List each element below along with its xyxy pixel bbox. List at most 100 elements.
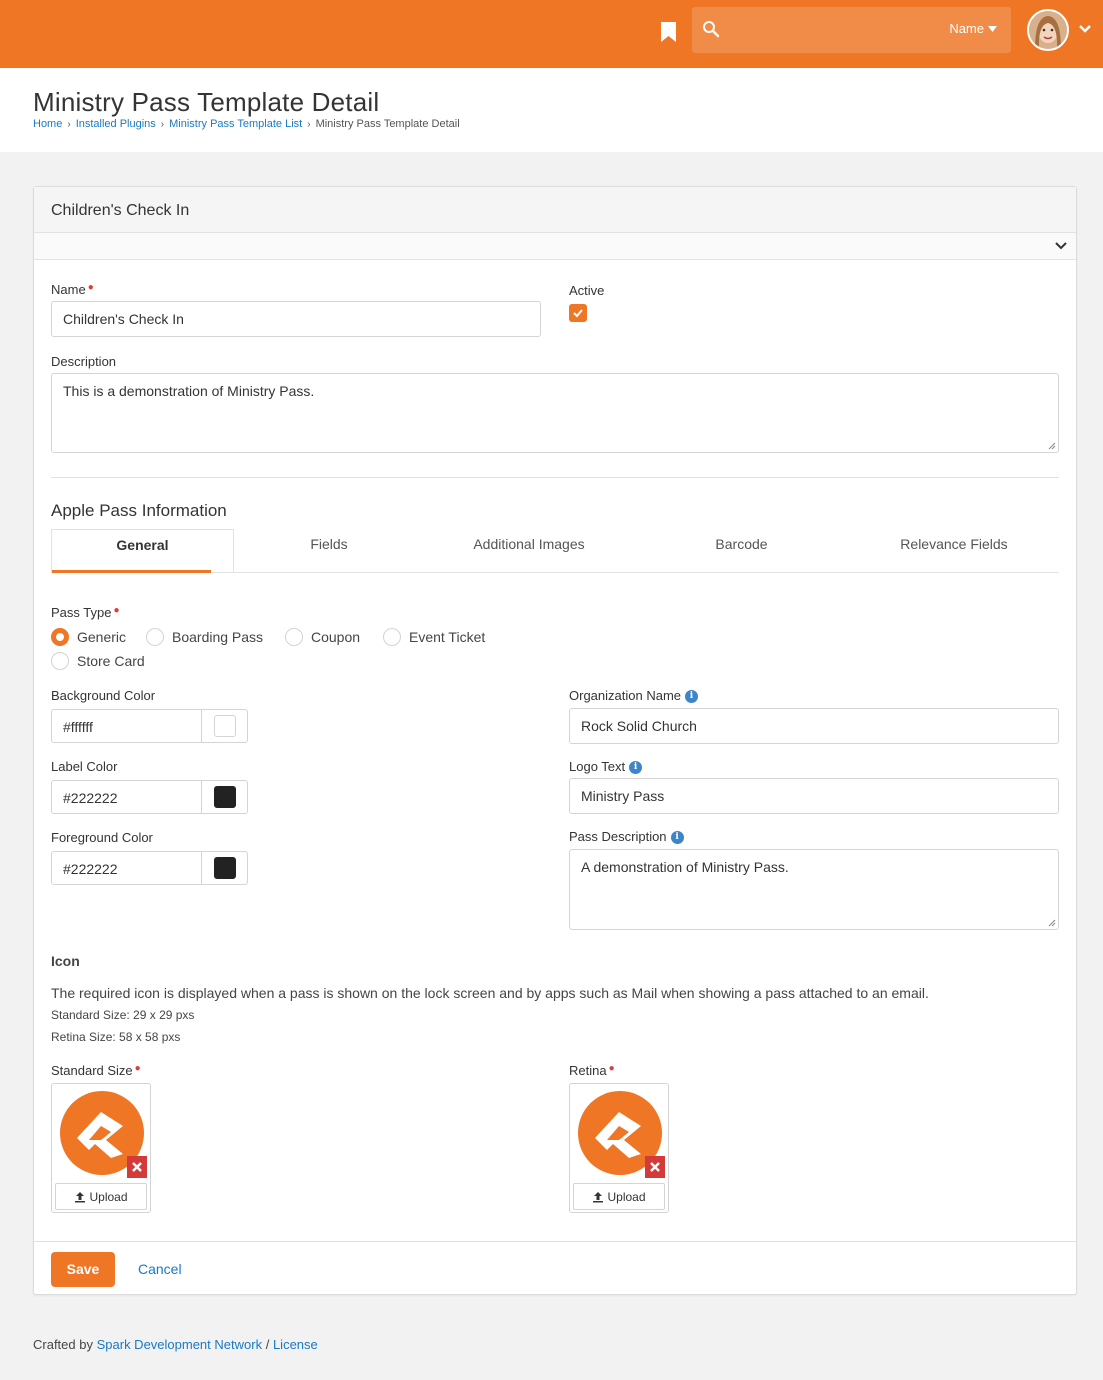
color-swatch-button[interactable] xyxy=(201,852,247,884)
cancel-button[interactable]: Cancel xyxy=(138,1261,182,1277)
apple-pass-tabs: General Fields Additional Images Barcode… xyxy=(51,529,1059,573)
panel-drawer[interactable] xyxy=(34,233,1076,260)
apple-pass-section-title: Apple Pass Information xyxy=(51,501,227,520)
description-label: Description xyxy=(51,354,117,369)
upload-button[interactable]: Upload xyxy=(55,1183,147,1210)
pass-description-field[interactable]: A demonstration of Ministry Pass. xyxy=(569,849,1059,930)
close-icon xyxy=(650,1162,660,1172)
tab-additional-images[interactable]: Additional Images xyxy=(424,529,634,572)
footer-separator: / xyxy=(265,1337,270,1352)
panel-footer: Save Cancel xyxy=(34,1241,1076,1296)
search-filter-dropdown[interactable]: Name xyxy=(949,21,997,36)
upload-icon xyxy=(593,1191,604,1202)
color-swatch-button[interactable] xyxy=(201,781,247,813)
page-title: Ministry Pass Template Detail xyxy=(33,87,380,117)
logo-text-value: Ministry Pass xyxy=(581,788,665,804)
resize-handle-icon[interactable] xyxy=(1048,919,1056,927)
save-button[interactable]: Save xyxy=(51,1252,115,1287)
label-color-label: Label Color xyxy=(51,759,118,774)
info-icon[interactable]: i xyxy=(685,690,698,704)
label-color-value: #222222 xyxy=(63,790,118,806)
top-navbar: Name xyxy=(0,0,1103,68)
description-field-value: This is a demonstration of Ministry Pass… xyxy=(63,383,315,399)
organization-name-field[interactable]: Rock Solid Church xyxy=(569,708,1059,744)
breadcrumb: Home › Installed Plugins › Ministry Pass… xyxy=(33,118,460,130)
checkmark-icon xyxy=(573,309,583,318)
radio-selected-icon xyxy=(51,628,69,646)
upload-icon xyxy=(75,1191,86,1202)
info-icon[interactable]: i xyxy=(629,761,643,775)
name-field-value: Children's Check In xyxy=(63,311,184,327)
background-color-value: #ffffff xyxy=(63,719,93,735)
color-swatch xyxy=(214,786,236,808)
pass-type-radio-boarding-pass[interactable]: Boarding Pass xyxy=(146,628,263,646)
page-footer: Crafted by Spark Development Network / L… xyxy=(33,1337,318,1352)
breadcrumb-template-list[interactable]: Ministry Pass Template List xyxy=(169,118,302,130)
breadcrumb-installed-plugins[interactable]: Installed Plugins xyxy=(76,118,156,130)
pass-description-label: Pass Description i xyxy=(569,829,684,845)
radio-icon xyxy=(146,628,164,646)
remove-image-button[interactable] xyxy=(127,1156,147,1178)
label-color-picker[interactable]: #222222 xyxy=(51,780,248,814)
pass-type-radio-coupon[interactable]: Coupon xyxy=(285,628,360,646)
name-label: Name ● xyxy=(51,282,94,297)
pass-type-radio-store-card[interactable]: Store Card xyxy=(51,652,145,670)
organization-name-value: Rock Solid Church xyxy=(581,718,697,734)
breadcrumb-current: Ministry Pass Template Detail xyxy=(315,118,460,130)
breadcrumb-separator-icon: › xyxy=(160,118,165,130)
remove-image-button[interactable] xyxy=(645,1156,665,1178)
tab-barcode[interactable]: Barcode xyxy=(634,529,849,572)
panel-title: Children's Check In xyxy=(51,202,190,219)
background-color-picker[interactable]: #ffffff xyxy=(51,709,248,743)
required-indicator-icon: ● xyxy=(608,1063,615,1074)
foreground-color-value: #222222 xyxy=(63,861,118,877)
divider xyxy=(51,477,1059,478)
color-swatch xyxy=(214,715,236,737)
description-field[interactable]: This is a demonstration of Ministry Pass… xyxy=(51,373,1059,453)
resize-handle-icon[interactable] xyxy=(1048,442,1056,450)
footer-prefix: Crafted by xyxy=(33,1337,93,1352)
icon-section-title: Icon xyxy=(51,953,80,969)
upload-button-label: Upload xyxy=(607,1189,646,1204)
pass-description-value: A demonstration of Ministry Pass. xyxy=(581,859,789,875)
required-indicator-icon: ● xyxy=(87,282,94,293)
breadcrumb-home[interactable]: Home xyxy=(33,118,62,130)
organization-name-label: Organization Name i xyxy=(569,688,698,704)
footer-spark-link[interactable]: Spark Development Network xyxy=(97,1337,262,1352)
background-color-label: Background Color xyxy=(51,688,156,703)
icon-retina-size-note: Retina Size: 58 x 58 pxs xyxy=(51,1030,181,1044)
template-detail-panel: Children's Check In Name ● Children's Che… xyxy=(33,186,1077,1295)
chevron-down-icon[interactable] xyxy=(1078,24,1092,34)
upload-button[interactable]: Upload xyxy=(573,1183,665,1210)
panel-heading: Children's Check In xyxy=(34,187,1076,233)
radio-icon xyxy=(383,628,401,646)
retina-label: Retina ● xyxy=(569,1063,615,1078)
retina-image-uploader: Upload xyxy=(569,1083,669,1213)
pass-type-radio-generic[interactable]: Generic xyxy=(51,628,126,646)
search-filter-label: Name xyxy=(949,21,984,36)
info-icon[interactable]: i xyxy=(670,831,684,845)
tab-general[interactable]: General xyxy=(51,529,234,573)
close-icon xyxy=(132,1162,142,1172)
footer-license-link[interactable]: License xyxy=(273,1337,318,1352)
chevron-down-icon[interactable] xyxy=(1054,241,1068,251)
search-icon xyxy=(703,21,720,38)
tab-relevance-fields[interactable]: Relevance Fields xyxy=(849,529,1059,572)
pass-type-radio-event-ticket[interactable]: Event Ticket xyxy=(383,628,485,646)
logo-text-label: Logo Text i xyxy=(569,759,643,775)
logo-text-field[interactable]: Ministry Pass xyxy=(569,778,1059,814)
tab-fields[interactable]: Fields xyxy=(234,529,424,572)
color-swatch-button[interactable] xyxy=(201,710,247,742)
avatar[interactable] xyxy=(1027,9,1069,51)
foreground-color-label: Foreground Color xyxy=(51,830,153,845)
active-checkbox[interactable] xyxy=(569,304,587,322)
pass-type-label: Pass Type ● xyxy=(51,605,120,620)
standard-size-label: Standard Size ● xyxy=(51,1063,141,1078)
bookmark-icon[interactable] xyxy=(660,21,677,43)
required-indicator-icon: ● xyxy=(113,605,120,616)
foreground-color-picker[interactable]: #222222 xyxy=(51,851,248,885)
name-field[interactable]: Children's Check In xyxy=(51,301,541,337)
radio-icon xyxy=(285,628,303,646)
active-label: Active xyxy=(569,283,605,298)
search-input[interactable]: Name xyxy=(692,7,1011,53)
